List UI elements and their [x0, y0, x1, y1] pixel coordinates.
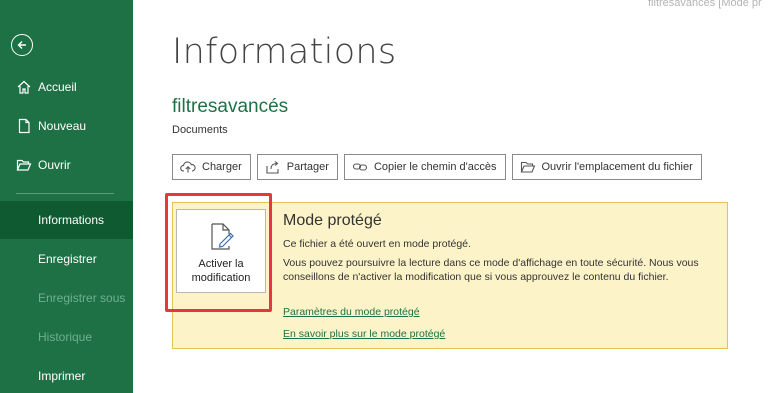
protected-mode-settings-link[interactable]: Paramètres du mode protégé [283, 306, 420, 318]
sidebar-item-enregistrer-sous[interactable]: Enregistrer sous [0, 279, 133, 317]
sidebar-item-imprimer[interactable]: Imprimer [0, 357, 133, 393]
share-label: Partager [286, 161, 329, 173]
share-icon [266, 161, 279, 174]
sidebar-divider [16, 193, 114, 194]
copy-path-label: Copier le chemin d'accès [373, 161, 497, 173]
file-actions-toolbar: Charger Partager Copier le chemin d'accè… [172, 154, 702, 180]
link-icon [352, 163, 368, 171]
sidebar-item-ouvrir[interactable]: Ouvrir [0, 146, 133, 184]
sidebar-item-accueil[interactable]: Accueil [0, 68, 133, 106]
learn-more-link[interactable]: En savoir plus sur le mode protégé [283, 328, 445, 340]
sidebar-item-label: Ouvrir [38, 158, 71, 172]
protected-mode-advice: Vous pouvez poursuivre la lecture dans c… [283, 257, 699, 283]
folder-open-icon [520, 161, 535, 173]
back-arrow-icon [17, 41, 26, 49]
window-title: filtresavancés [Mode pr [648, 0, 762, 9]
backstage-sidebar: Accueil Nouveau Ouvrir Informations Enre… [0, 0, 133, 393]
upload-button[interactable]: Charger [172, 154, 251, 180]
open-location-button[interactable]: Ouvrir l'emplacement du fichier [511, 154, 702, 180]
sidebar-item-label: Informations [38, 213, 105, 227]
file-name: filtresavancés [172, 96, 289, 117]
sidebar-item-enregistrer[interactable]: Enregistrer [0, 240, 133, 278]
sidebar-item-label: Enregistrer [38, 252, 97, 266]
protected-mode-title: Mode protégé [283, 212, 382, 229]
upload-label: Charger [202, 161, 242, 173]
share-button[interactable]: Partager [256, 154, 338, 180]
sidebar-item-label: Nouveau [38, 119, 87, 133]
sidebar-item-label: Enregistrer sous [38, 291, 126, 305]
sidebar-item-label: Historique [38, 330, 93, 344]
copy-path-button[interactable]: Copier le chemin d'accès [343, 154, 506, 180]
sidebar-item-historique[interactable]: Historique [0, 318, 133, 356]
file-location: Documents [172, 124, 228, 136]
new-document-icon [18, 118, 30, 134]
sidebar-item-informations[interactable]: Informations [0, 201, 133, 239]
sidebar-item-label: Accueil [38, 80, 77, 94]
highlight-annotation [165, 193, 272, 312]
folder-open-icon [16, 159, 32, 171]
sidebar-item-label: Imprimer [38, 369, 86, 383]
back-button[interactable] [11, 34, 33, 56]
page-title: Informations [172, 32, 397, 72]
home-icon [17, 80, 31, 94]
sidebar-item-nouveau[interactable]: Nouveau [0, 107, 133, 145]
upload-cloud-icon [180, 161, 196, 173]
open-location-label: Ouvrir l'emplacement du fichier [541, 161, 693, 173]
protected-mode-message: Ce fichier a été ouvert en mode protégé. [283, 238, 471, 250]
